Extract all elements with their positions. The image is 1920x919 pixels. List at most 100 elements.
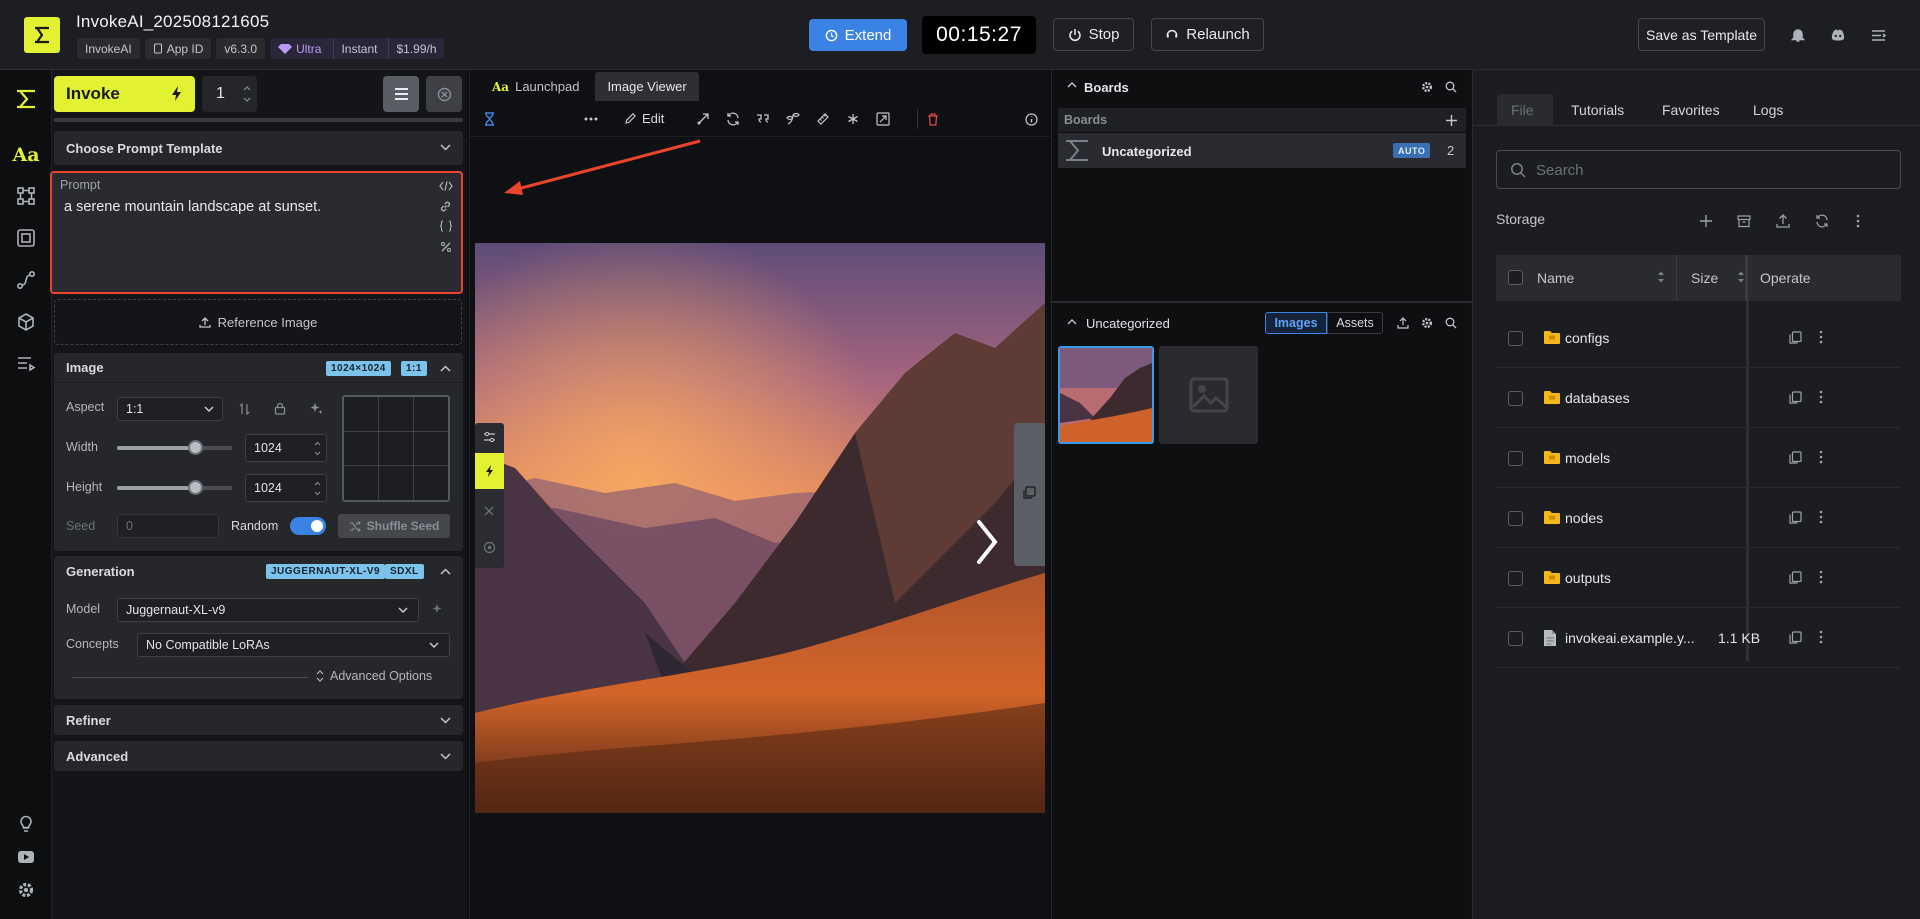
more-vertical-icon[interactable] [1819,450,1823,464]
file-row[interactable]: invokeai.example.y... 1.1 KB [1496,608,1901,668]
more-vertical-icon[interactable] [1819,330,1823,344]
file-name[interactable]: nodes [1565,510,1603,526]
more-horizontal-icon[interactable] [583,111,599,127]
more-vertical-icon[interactable] [1819,630,1823,644]
text-prompt-icon[interactable]: Aa [12,143,39,167]
row-checkbox[interactable] [1508,451,1523,466]
chevron-up-icon[interactable] [1067,82,1077,88]
refresh-icon[interactable] [1815,214,1829,228]
tab-tutorials[interactable]: Tutorials [1571,102,1624,118]
board-item-uncategorized[interactable]: Uncategorized AUTO 2 [1058,133,1466,168]
row-checkbox[interactable] [1508,391,1523,406]
hourglass-icon[interactable] [481,111,497,127]
file-row[interactable]: models [1496,428,1901,488]
sort-icon[interactable] [1737,270,1745,284]
upload-icon[interactable] [1776,214,1790,228]
row-checkbox[interactable] [1508,331,1523,346]
sparkle-icon[interactable] [310,402,323,415]
upscale-icon[interactable] [695,111,711,127]
col-name[interactable]: Name [1537,270,1574,286]
lock-icon[interactable] [274,402,286,415]
height-input[interactable]: 1024 [245,474,327,502]
file-name[interactable]: models [1565,450,1610,466]
refiner-section[interactable]: Refiner [54,705,463,735]
file-row[interactable]: outputs [1496,548,1901,608]
prompt-textarea[interactable]: Prompt a serene mountain landscape at su… [50,171,463,294]
tab-file[interactable]: File [1497,94,1553,125]
copy-icon[interactable] [1789,631,1802,644]
copy-icon[interactable] [1789,511,1802,524]
file-name[interactable]: outputs [1565,570,1611,586]
ruler-icon[interactable] [815,111,831,127]
copy-icon[interactable] [1789,331,1802,344]
invoke-brand-icon[interactable] [14,87,38,111]
more-vertical-icon[interactable] [1819,510,1823,524]
video-icon[interactable] [14,845,38,869]
row-checkbox[interactable] [1508,631,1523,646]
gallery-placeholder[interactable] [1159,346,1258,444]
gallery-toggle-button[interactable] [1014,423,1045,566]
extend-button[interactable]: Extend [809,19,907,51]
file-row[interactable]: nodes [1496,488,1901,548]
swap-dimensions-icon[interactable] [239,403,250,415]
app-id-chip[interactable]: App ID [144,38,212,59]
invoke-button[interactable]: Invoke [54,76,195,112]
queue-list-icon[interactable] [14,352,38,376]
percent-icon[interactable] [440,241,452,253]
row-checkbox[interactable] [1508,511,1523,526]
quote-icon[interactable] [755,111,771,127]
more-vertical-icon[interactable] [1819,570,1823,584]
rotate-icon[interactable] [725,111,741,127]
settings-gear-icon[interactable] [1421,317,1433,329]
generated-image[interactable] [475,243,1045,813]
sparkle-icon[interactable] [432,603,445,616]
seed-input[interactable]: 0 [117,514,219,538]
reference-image-dropzone[interactable]: Reference Image [54,299,462,345]
file-name[interactable]: databases [1565,390,1630,406]
file-name[interactable]: invokeai.example.y... [1565,630,1695,646]
image-section-header[interactable]: Image 1024×1024 1:1 [54,353,463,383]
height-slider-handle[interactable] [188,480,204,495]
delete-trash-icon[interactable] [925,111,941,127]
advanced-section[interactable]: Advanced [54,741,463,771]
crop-resize-icon[interactable] [875,111,891,127]
width-input[interactable]: 1024 [245,434,327,462]
relaunch-button[interactable]: Relaunch [1151,18,1264,51]
chevron-up-icon[interactable] [1067,319,1077,325]
quantity-stepper[interactable]: 1 [202,76,257,112]
asterisk-icon[interactable] [845,111,861,127]
select-all-checkbox[interactable] [1508,270,1523,285]
advanced-options-toggle[interactable]: Advanced Options [316,669,432,683]
concepts-select[interactable]: No Compatible LoRAs [137,633,450,657]
lightbulb-icon[interactable] [14,812,38,836]
menu-list-icon[interactable] [1868,25,1888,45]
search-icon[interactable] [1445,317,1457,329]
sort-icon[interactable] [1657,270,1665,284]
more-vertical-icon[interactable] [1819,390,1823,404]
copy-icon[interactable] [1789,451,1802,464]
upload-icon[interactable] [1397,317,1409,329]
random-toggle[interactable] [290,517,326,535]
stop-button[interactable]: Stop [1053,18,1134,51]
edit-button[interactable]: Edit [625,111,664,126]
cancel-queue-button[interactable] [426,76,462,112]
archive-icon[interactable] [1737,214,1751,228]
more-vertical-icon[interactable] [1856,214,1860,228]
settings-gear-icon[interactable] [14,878,38,902]
tab-logs[interactable]: Logs [1753,102,1783,118]
save-as-template-button[interactable]: Save as Template [1638,18,1765,51]
prompt-text[interactable]: a serene mountain landscape at sunset. [64,199,321,215]
tab-launchpad[interactable]: Aa Launchpad [480,72,591,101]
close-icon[interactable] [484,506,494,516]
link-icon[interactable] [439,200,452,213]
canvas-icon[interactable] [14,226,38,250]
sliders-icon[interactable] [483,431,496,443]
models-cube-icon[interactable] [14,310,38,334]
settings-gear-icon[interactable] [1421,81,1433,93]
copy-icon[interactable] [1789,391,1802,404]
file-name[interactable]: configs [1565,330,1609,346]
assets-tab[interactable]: Assets [1327,312,1383,334]
code-icon[interactable] [439,181,453,191]
row-checkbox[interactable] [1508,571,1523,586]
search-input[interactable]: Search [1496,150,1901,189]
